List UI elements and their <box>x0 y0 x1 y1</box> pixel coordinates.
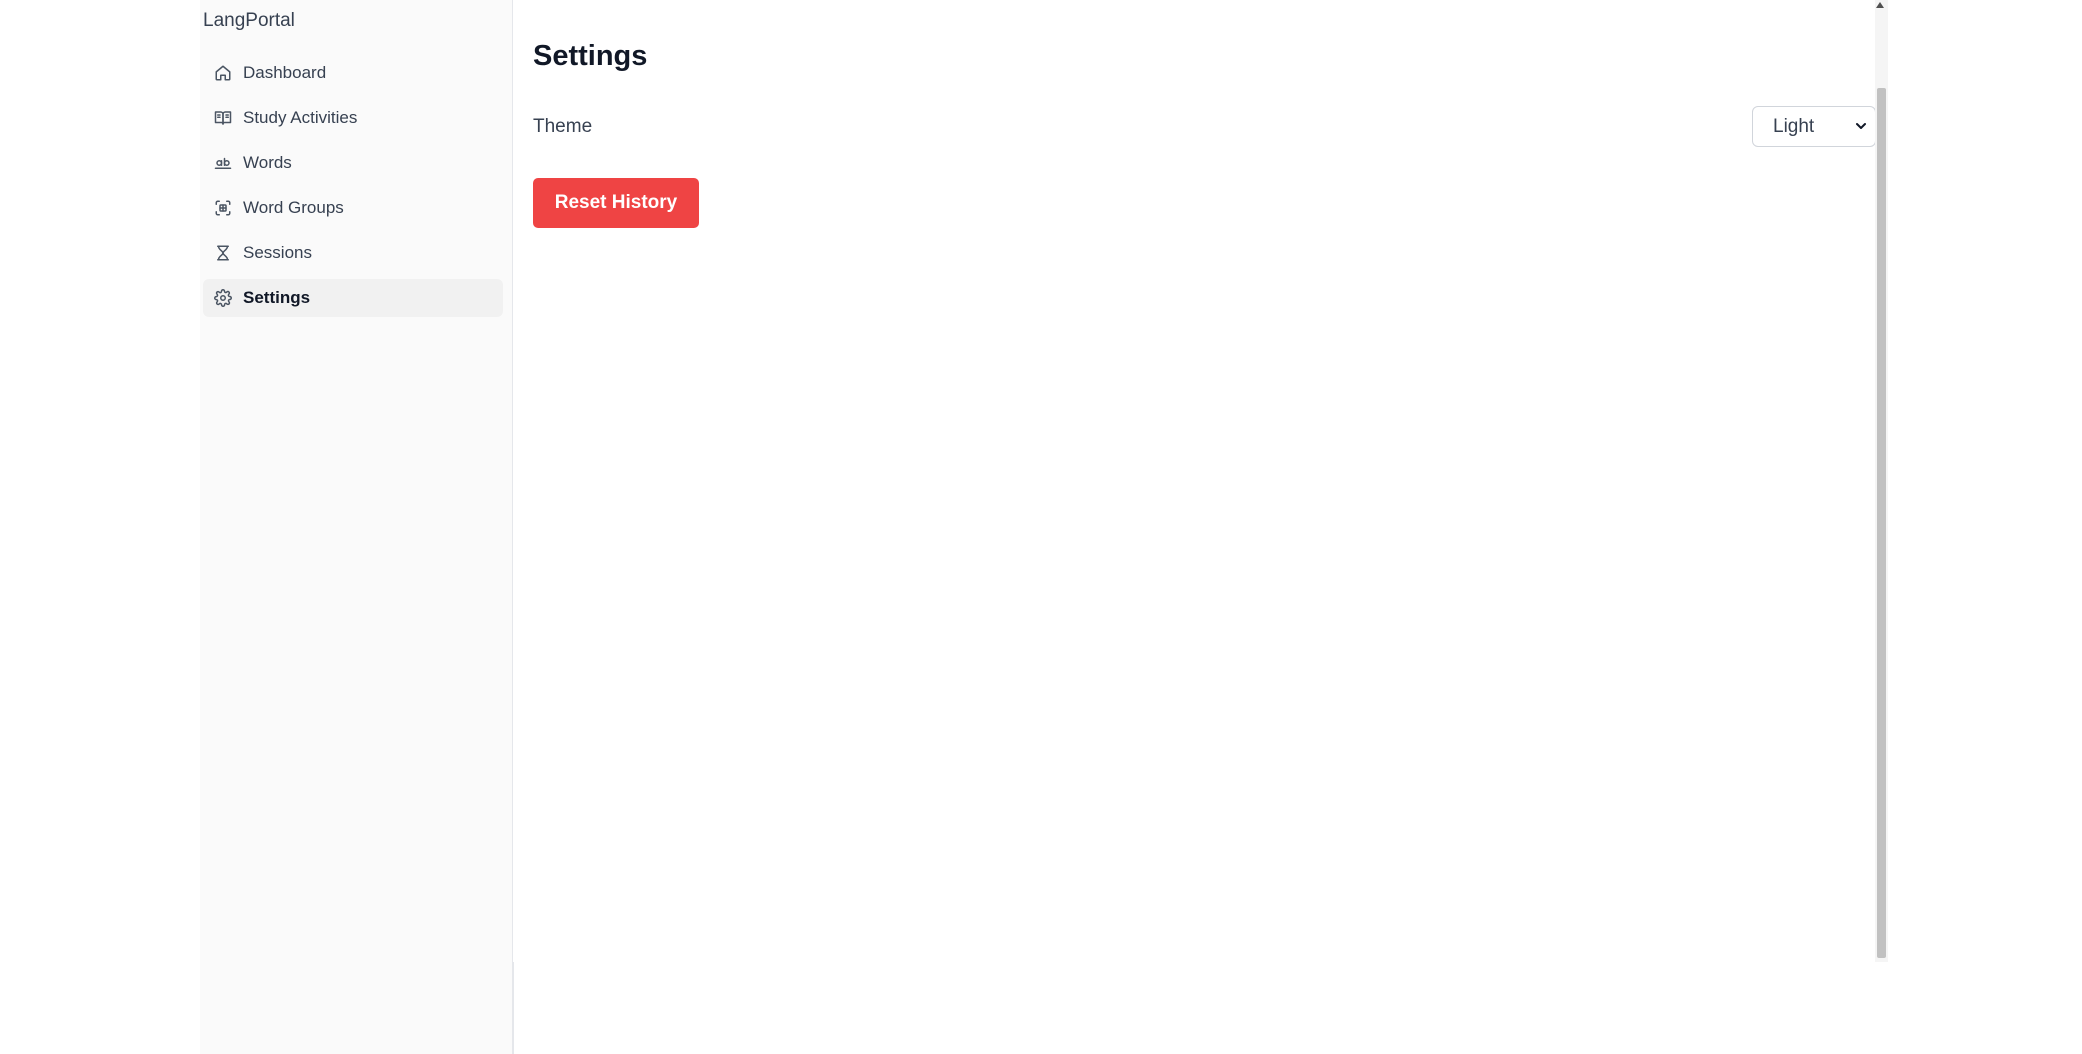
sidebar-item-label: Sessions <box>243 243 312 262</box>
hourglass-icon <box>213 243 233 263</box>
book-open-icon <box>213 108 233 128</box>
sidebar: LangPortal Dashboard Study Activities Wo… <box>200 0 513 1054</box>
vertical-scrollbar[interactable] <box>1875 0 1888 962</box>
text-ab-icon <box>213 153 233 173</box>
gear-icon <box>213 288 233 308</box>
chevron-down-icon <box>1856 123 1866 129</box>
app-frame: LangPortal Dashboard Study Activities Wo… <box>200 0 1888 1054</box>
sidebar-item-label: Dashboard <box>243 63 327 82</box>
sidebar-item-sessions[interactable]: Sessions <box>203 234 503 272</box>
home-icon <box>213 63 233 83</box>
sidebar-item-label: Words <box>243 153 292 172</box>
sidebar-item-label: Word Groups <box>243 198 344 217</box>
sidebar-item-study-activities[interactable]: Study Activities <box>203 99 503 137</box>
sidebar-item-dashboard[interactable]: Dashboard <box>203 54 503 92</box>
scrollbar-thumb[interactable] <box>1877 88 1886 958</box>
app-title: LangPortal <box>203 10 295 31</box>
main-content: Settings Theme Light Reset History <box>513 0 1876 962</box>
sidebar-item-words[interactable]: Words <box>203 144 503 182</box>
sidebar-item-word-groups[interactable]: Word Groups <box>203 189 503 227</box>
theme-label: Theme <box>533 116 593 137</box>
theme-select[interactable]: Light <box>1752 106 1876 147</box>
theme-select-value: Light <box>1773 115 1815 137</box>
scroll-up-arrow-icon[interactable] <box>1876 2 1884 8</box>
sidebar-item-settings[interactable]: Settings <box>203 279 503 317</box>
page-title: Settings <box>533 40 648 72</box>
sidebar-nav: Dashboard Study Activities Words Word Gr… <box>203 54 503 324</box>
divider <box>513 962 514 1054</box>
group-scan-icon <box>213 198 233 218</box>
sidebar-item-label: Settings <box>243 288 311 307</box>
sidebar-item-label: Study Activities <box>243 108 358 127</box>
reset-history-button[interactable]: Reset History <box>533 178 699 228</box>
